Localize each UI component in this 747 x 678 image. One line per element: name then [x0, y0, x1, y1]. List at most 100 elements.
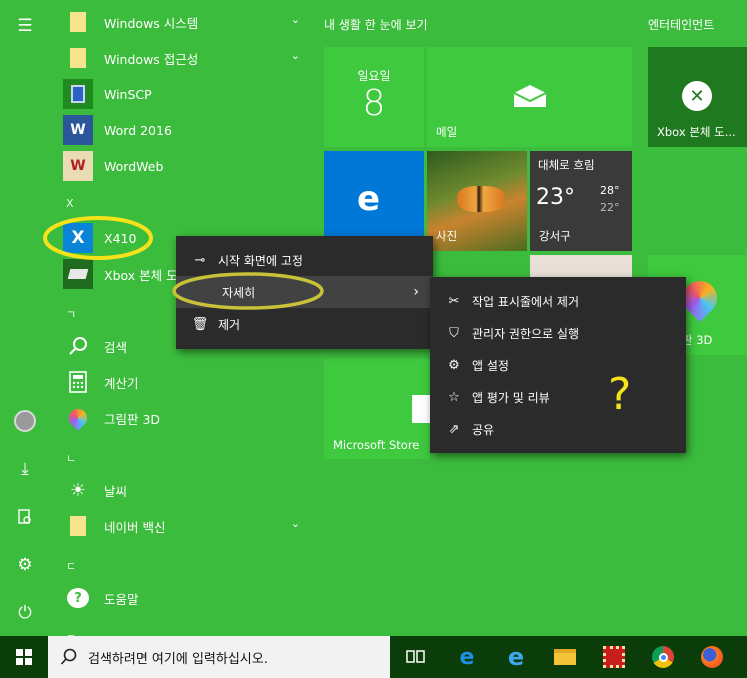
- question-mark-annotation: ?: [608, 369, 632, 420]
- chevron-down-icon[interactable]: ⌄: [291, 49, 300, 62]
- app-list-item[interactable]: ☀ 날씨: [63, 473, 308, 507]
- letter-header[interactable]: ㄴ: [66, 450, 76, 466]
- tile-label: 사진: [436, 229, 458, 243]
- xbox-icon: ✕: [682, 81, 712, 111]
- winscp-icon: [63, 79, 93, 109]
- letter-header[interactable]: X: [66, 197, 74, 210]
- photos-tile[interactable]: 사진: [427, 151, 527, 251]
- menu-item-app-settings[interactable]: ⚙ 앱 설정: [430, 349, 686, 381]
- weather-temperature: 23°: [536, 185, 575, 210]
- chevron-down-icon[interactable]: ⌄: [291, 13, 300, 26]
- user-avatar[interactable]: [8, 404, 42, 438]
- pictures-icon[interactable]: [8, 500, 42, 534]
- app-name: Xbox 본체 도: [104, 267, 178, 283]
- star-icon: ☆: [448, 389, 460, 405]
- menu-item-rate-review[interactable]: ☆ 앱 평가 및 리뷰: [430, 381, 686, 413]
- store-tile[interactable]: Microsoft Store: [324, 359, 430, 459]
- app-list-item[interactable]: 네이버 백신 ⌄: [63, 509, 308, 543]
- edge-taskbar-icon[interactable]: e: [443, 636, 491, 678]
- calculator-icon: [63, 367, 93, 397]
- store-bag-icon: [412, 395, 430, 423]
- letter-header[interactable]: ㄱ: [66, 306, 76, 322]
- calendar-date: 8: [362, 83, 386, 124]
- tile-group-title[interactable]: 내 생활 한 눈에 보기: [324, 16, 428, 33]
- app-taskbar-icon[interactable]: [590, 636, 638, 678]
- word-icon: W: [63, 115, 93, 145]
- weather-high: 28°: [600, 184, 620, 197]
- avatar: [14, 410, 36, 432]
- news-tile[interactable]: [530, 255, 632, 277]
- folder-icon: [63, 43, 93, 73]
- pin-icon: ⊸: [194, 252, 206, 268]
- file-explorer-icon[interactable]: [541, 636, 589, 678]
- edge-icon: e: [357, 179, 381, 219]
- calendar-day: 일요일: [357, 69, 391, 83]
- highlight-ellipse: [43, 216, 153, 260]
- power-icon[interactable]: ⏻: [8, 596, 42, 630]
- unpin-icon: ✂: [448, 293, 460, 309]
- app-list-item[interactable]: 그림판 3D: [63, 401, 308, 435]
- shield-icon: ⛉: [449, 325, 459, 341]
- calendar-tile[interactable]: 일요일 8: [324, 47, 424, 147]
- share-icon: ⇗: [448, 421, 460, 437]
- pictures-glyph-icon: [18, 509, 31, 524]
- chevron-down-icon[interactable]: ⌄: [291, 517, 300, 530]
- app-list-item[interactable]: 계산기: [63, 365, 308, 399]
- menu-item-label: 앱 설정: [472, 358, 509, 373]
- highlight-ellipse: [172, 272, 324, 310]
- left-rail: ☰ ⤓ ⚙ ⏻: [0, 0, 50, 636]
- hamburger-menu-icon[interactable]: ☰: [8, 9, 42, 43]
- folder-icon: [63, 511, 93, 541]
- mail-tile[interactable]: 메일: [427, 47, 632, 147]
- tiger-image: [457, 186, 505, 212]
- menu-item-label: 앱 평가 및 리뷰: [472, 390, 550, 405]
- weather-condition: 대체로 흐림: [538, 158, 595, 172]
- menu-item-share[interactable]: ⇗ 공유: [430, 413, 686, 445]
- menu-item-label: 관리자 권한으로 실행: [472, 326, 579, 341]
- menu-item-label: 작업 표시줄에서 제거: [472, 294, 579, 309]
- app-list-item[interactable]: Windows 시스템 ⌄: [63, 5, 308, 39]
- app-name: 검색: [104, 339, 128, 355]
- weather-tile[interactable]: 대체로 흐림 23° 28° 22° 강서구: [530, 151, 632, 251]
- app-list-item[interactable]: WinSCP: [63, 77, 308, 111]
- start-windows-icon[interactable]: [0, 636, 48, 678]
- trash-icon: 🗑: [191, 316, 209, 332]
- app-name: WinSCP: [104, 86, 152, 102]
- search-icon: [60, 648, 77, 665]
- weather-sun-icon: ☀: [63, 475, 93, 505]
- app-list-item[interactable]: W Word 2016: [63, 113, 308, 147]
- menu-item-run-as-admin[interactable]: ⛉ 관리자 권한으로 실행: [430, 317, 686, 349]
- app-list-item[interactable]: Windows 접근성 ⌄: [63, 41, 308, 75]
- menu-item-unpin-taskbar[interactable]: ✂ 작업 표시줄에서 제거: [430, 285, 686, 317]
- tile-group-title[interactable]: 엔터테인먼트: [648, 16, 714, 33]
- app-list-item[interactable]: W WordWeb: [63, 149, 308, 183]
- app-name: 도움말: [104, 591, 139, 607]
- search-icon: [63, 331, 93, 361]
- search-placeholder: 검색하려면 여기에 입력하십시오.: [88, 651, 268, 667]
- task-view-icon[interactable]: [392, 636, 440, 678]
- tile-label: Xbox 본체 도...: [657, 125, 736, 139]
- tile-label: 메일: [436, 125, 458, 139]
- submenu: ✂ 작업 표시줄에서 제거 ⛉ 관리자 권한으로 실행 ⚙ 앱 설정 ☆ 앱 평…: [430, 277, 686, 453]
- app-name: 날씨: [104, 483, 128, 499]
- taskbar: 검색하려면 여기에 입력하십시오. e e: [0, 636, 747, 678]
- app-name: Windows 시스템: [104, 15, 199, 31]
- letter-header[interactable]: ㄷ: [66, 558, 76, 574]
- downloads-icon[interactable]: ⤓: [8, 452, 42, 486]
- xbox-tile[interactable]: ✕ Xbox 본체 도...: [648, 47, 747, 147]
- ie-taskbar-icon[interactable]: e: [492, 636, 540, 678]
- chevron-right-icon: ›: [413, 284, 419, 300]
- app-name: WordWeb: [104, 158, 164, 174]
- menu-item-label: 시작 화면에 고정: [218, 253, 303, 268]
- app-name: Windows 접근성: [104, 51, 199, 67]
- settings-gear-icon[interactable]: ⚙: [8, 548, 42, 582]
- tile-label: Microsoft Store: [333, 438, 420, 452]
- paint3d-icon: [63, 403, 93, 433]
- app-name: 네이버 백신: [104, 519, 166, 535]
- firefox-icon[interactable]: [688, 636, 736, 678]
- chrome-icon[interactable]: [639, 636, 687, 678]
- app-list-item[interactable]: ? 도움말: [63, 581, 308, 615]
- menu-item-label: 공유: [472, 422, 495, 437]
- app-name: Word 2016: [104, 122, 172, 138]
- taskbar-search-input[interactable]: 검색하려면 여기에 입력하십시오.: [48, 636, 390, 678]
